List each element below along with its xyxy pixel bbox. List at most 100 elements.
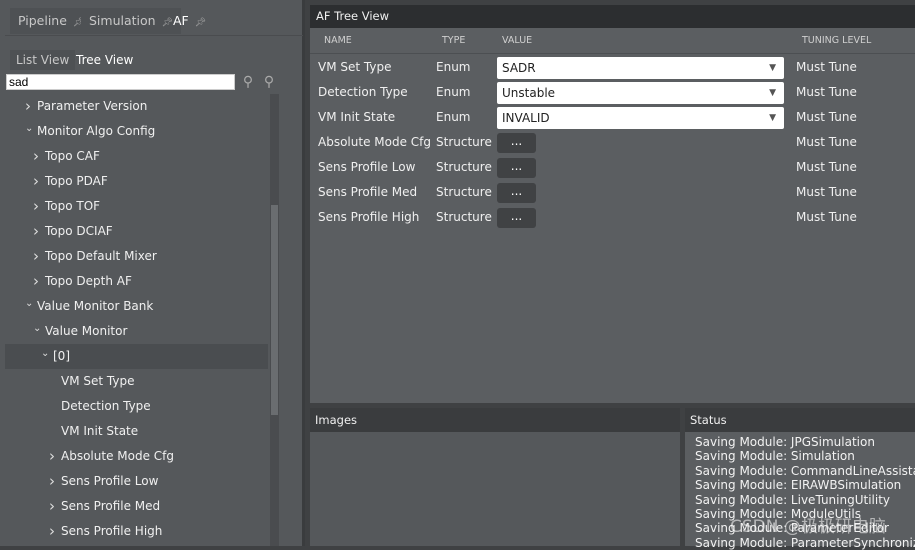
tree-item[interactable]: › Sens Profile Med: [5, 494, 268, 519]
tree-item[interactable]: › Topo DCIAF: [5, 219, 268, 244]
left-panel: Pipeline 📌︎ Simulation 📌︎ AF 📌︎ List View T…: [0, 0, 305, 546]
tree-item-label: VM Set Type: [61, 374, 135, 388]
tree-item[interactable]: › Sens Profile Low: [5, 469, 268, 494]
column-header-name[interactable]: NAME: [324, 33, 352, 55]
tree-item-label: Value Monitor Bank: [37, 299, 154, 313]
row-type: Enum: [436, 110, 471, 124]
panel-title: Status: [685, 408, 915, 432]
edit-structure-button[interactable]: ...: [497, 183, 536, 203]
af-tree-view-panel: AF Tree View NAME TYPE VALUE TUNING LEVE…: [310, 5, 915, 403]
edit-structure-button[interactable]: ...: [497, 208, 536, 228]
tree-item-label: Monitor Algo Config: [37, 124, 156, 138]
value-dropdown[interactable]: INVALID ▼: [497, 107, 784, 129]
row-tuning-level: Must Tune: [796, 110, 857, 124]
chevron-right-icon[interactable]: ›: [33, 194, 39, 219]
status-panel: Status Saving Module: JPGSimulation Savin…: [685, 408, 915, 550]
header-divider: [310, 53, 915, 54]
chevron-right-icon[interactable]: ›: [33, 219, 39, 244]
search-up-icon[interactable]: ⚲: [239, 74, 257, 92]
divider: [5, 35, 303, 36]
column-header-tuning-level[interactable]: TUNING LEVEL: [802, 33, 871, 55]
row-type: Structure: [436, 135, 492, 149]
row-type: Structure: [436, 185, 492, 199]
tree-item-label: Sens Profile High: [61, 524, 163, 538]
search-input[interactable]: [6, 74, 235, 90]
tree-item[interactable]: ⌄ Monitor Algo Config: [5, 119, 268, 144]
tree-view-tab[interactable]: Tree View: [70, 50, 139, 70]
dropdown-arrow-icon[interactable]: ▼: [769, 57, 776, 79]
edit-structure-button[interactable]: ...: [497, 133, 536, 153]
tree-item-label: Absolute Mode Cfg: [61, 449, 174, 463]
tab-pipeline[interactable]: Pipeline 📌︎: [10, 8, 93, 34]
row-name: VM Set Type: [318, 60, 392, 74]
chevron-right-icon[interactable]: ›: [33, 144, 39, 169]
chevron-right-icon[interactable]: ›: [49, 494, 55, 519]
row-tuning-level: Must Tune: [796, 185, 857, 199]
tree-item-label: Topo Depth AF: [45, 274, 132, 288]
chevron-right-icon[interactable]: ›: [33, 169, 39, 194]
tree-item-label: Topo PDAF: [45, 174, 108, 188]
row-name: Detection Type: [318, 85, 408, 99]
column-header-type[interactable]: TYPE: [442, 33, 465, 55]
tree-item-label: Topo Default Mixer: [45, 249, 157, 263]
tree-item[interactable]: › Absolute Mode Cfg: [5, 444, 268, 469]
row-tuning-level: Must Tune: [796, 160, 857, 174]
row-tuning-level: Must Tune: [796, 85, 857, 99]
search-down-icon[interactable]: ⚲: [260, 74, 278, 92]
status-line: Saving Module: JPGSimulation: [695, 435, 875, 449]
pin-icon[interactable]: 📌︎: [195, 18, 206, 28]
row-name: Sens Profile Med: [318, 185, 418, 199]
list-view-tab[interactable]: List View: [10, 50, 76, 70]
row-type: Enum: [436, 60, 471, 74]
chevron-right-icon[interactable]: ›: [49, 519, 55, 544]
chevron-right-icon[interactable]: ›: [49, 469, 55, 494]
tree-view: › Parameter Version ⌄ Monitor Algo Config › T…: [5, 94, 270, 546]
tree-item[interactable]: VM Init State: [5, 419, 268, 444]
scrollbar-thumb[interactable]: [271, 205, 278, 415]
tab-af[interactable]: AF 📌︎: [165, 8, 214, 34]
dropdown-arrow-icon[interactable]: ▼: [769, 107, 776, 129]
tree-item-label: Detection Type: [61, 399, 151, 413]
chevron-right-icon[interactable]: ›: [33, 269, 39, 294]
tree-item[interactable]: Detection Type: [5, 394, 268, 419]
chevron-down-icon[interactable]: ⌄: [25, 116, 33, 141]
tree-item[interactable]: VM Set Type: [5, 369, 268, 394]
chevron-down-icon[interactable]: ⌄: [41, 341, 49, 366]
tree-item[interactable]: ⌄ Value Monitor Bank: [5, 294, 268, 319]
chevron-right-icon[interactable]: ›: [49, 444, 55, 469]
tree-item[interactable]: › Topo TOF: [5, 194, 268, 219]
tree-item-label: [0]: [53, 349, 70, 363]
dropdown-value: SADR: [502, 61, 536, 75]
tree-item-label: Value Monitor: [45, 324, 128, 338]
row-name: Sens Profile High: [318, 210, 420, 224]
row-type: Structure: [436, 210, 492, 224]
dropdown-arrow-icon[interactable]: ▼: [769, 82, 776, 104]
chevron-down-icon[interactable]: ⌄: [25, 291, 33, 316]
dropdown-value: Unstable: [502, 86, 556, 100]
edit-structure-button[interactable]: ...: [497, 158, 536, 178]
column-header-value[interactable]: VALUE: [502, 33, 532, 55]
chevron-down-icon[interactable]: ⌄: [33, 316, 41, 341]
value-dropdown[interactable]: SADR ▼: [497, 57, 784, 79]
tree-item-label: VM Init State: [61, 424, 139, 438]
dropdown-value: INVALID: [502, 111, 550, 125]
tree-item-label: Topo CAF: [45, 149, 100, 163]
tree-item[interactable]: › Topo Default Mixer: [5, 244, 268, 269]
tree-item[interactable]: › Topo Depth AF: [5, 269, 268, 294]
row-type: Enum: [436, 85, 471, 99]
status-line: Saving Module: ParameterSynchronization: [695, 535, 915, 550]
row-name: Absolute Mode Cfg: [318, 135, 431, 149]
tree-item[interactable]: › Topo PDAF: [5, 169, 268, 194]
tab-label: Simulation: [89, 13, 156, 28]
status-line: Saving Module: LiveTuningUtility: [695, 492, 891, 507]
status-line: Saving Module: EIRAWBSimulation: [695, 478, 902, 493]
value-dropdown[interactable]: Unstable ▼: [497, 82, 784, 104]
tab-label: Pipeline: [18, 13, 67, 28]
tree-item[interactable]: › Parameter Version: [5, 94, 268, 119]
tree-item[interactable]: ⌄ [0]: [5, 344, 268, 369]
panel-title: AF Tree View: [310, 5, 915, 28]
row-name: VM Init State: [318, 110, 396, 124]
chevron-right-icon[interactable]: ›: [33, 244, 39, 269]
tree-item[interactable]: › Topo CAF: [5, 144, 268, 169]
tree-item[interactable]: › Sens Profile High: [5, 519, 268, 544]
